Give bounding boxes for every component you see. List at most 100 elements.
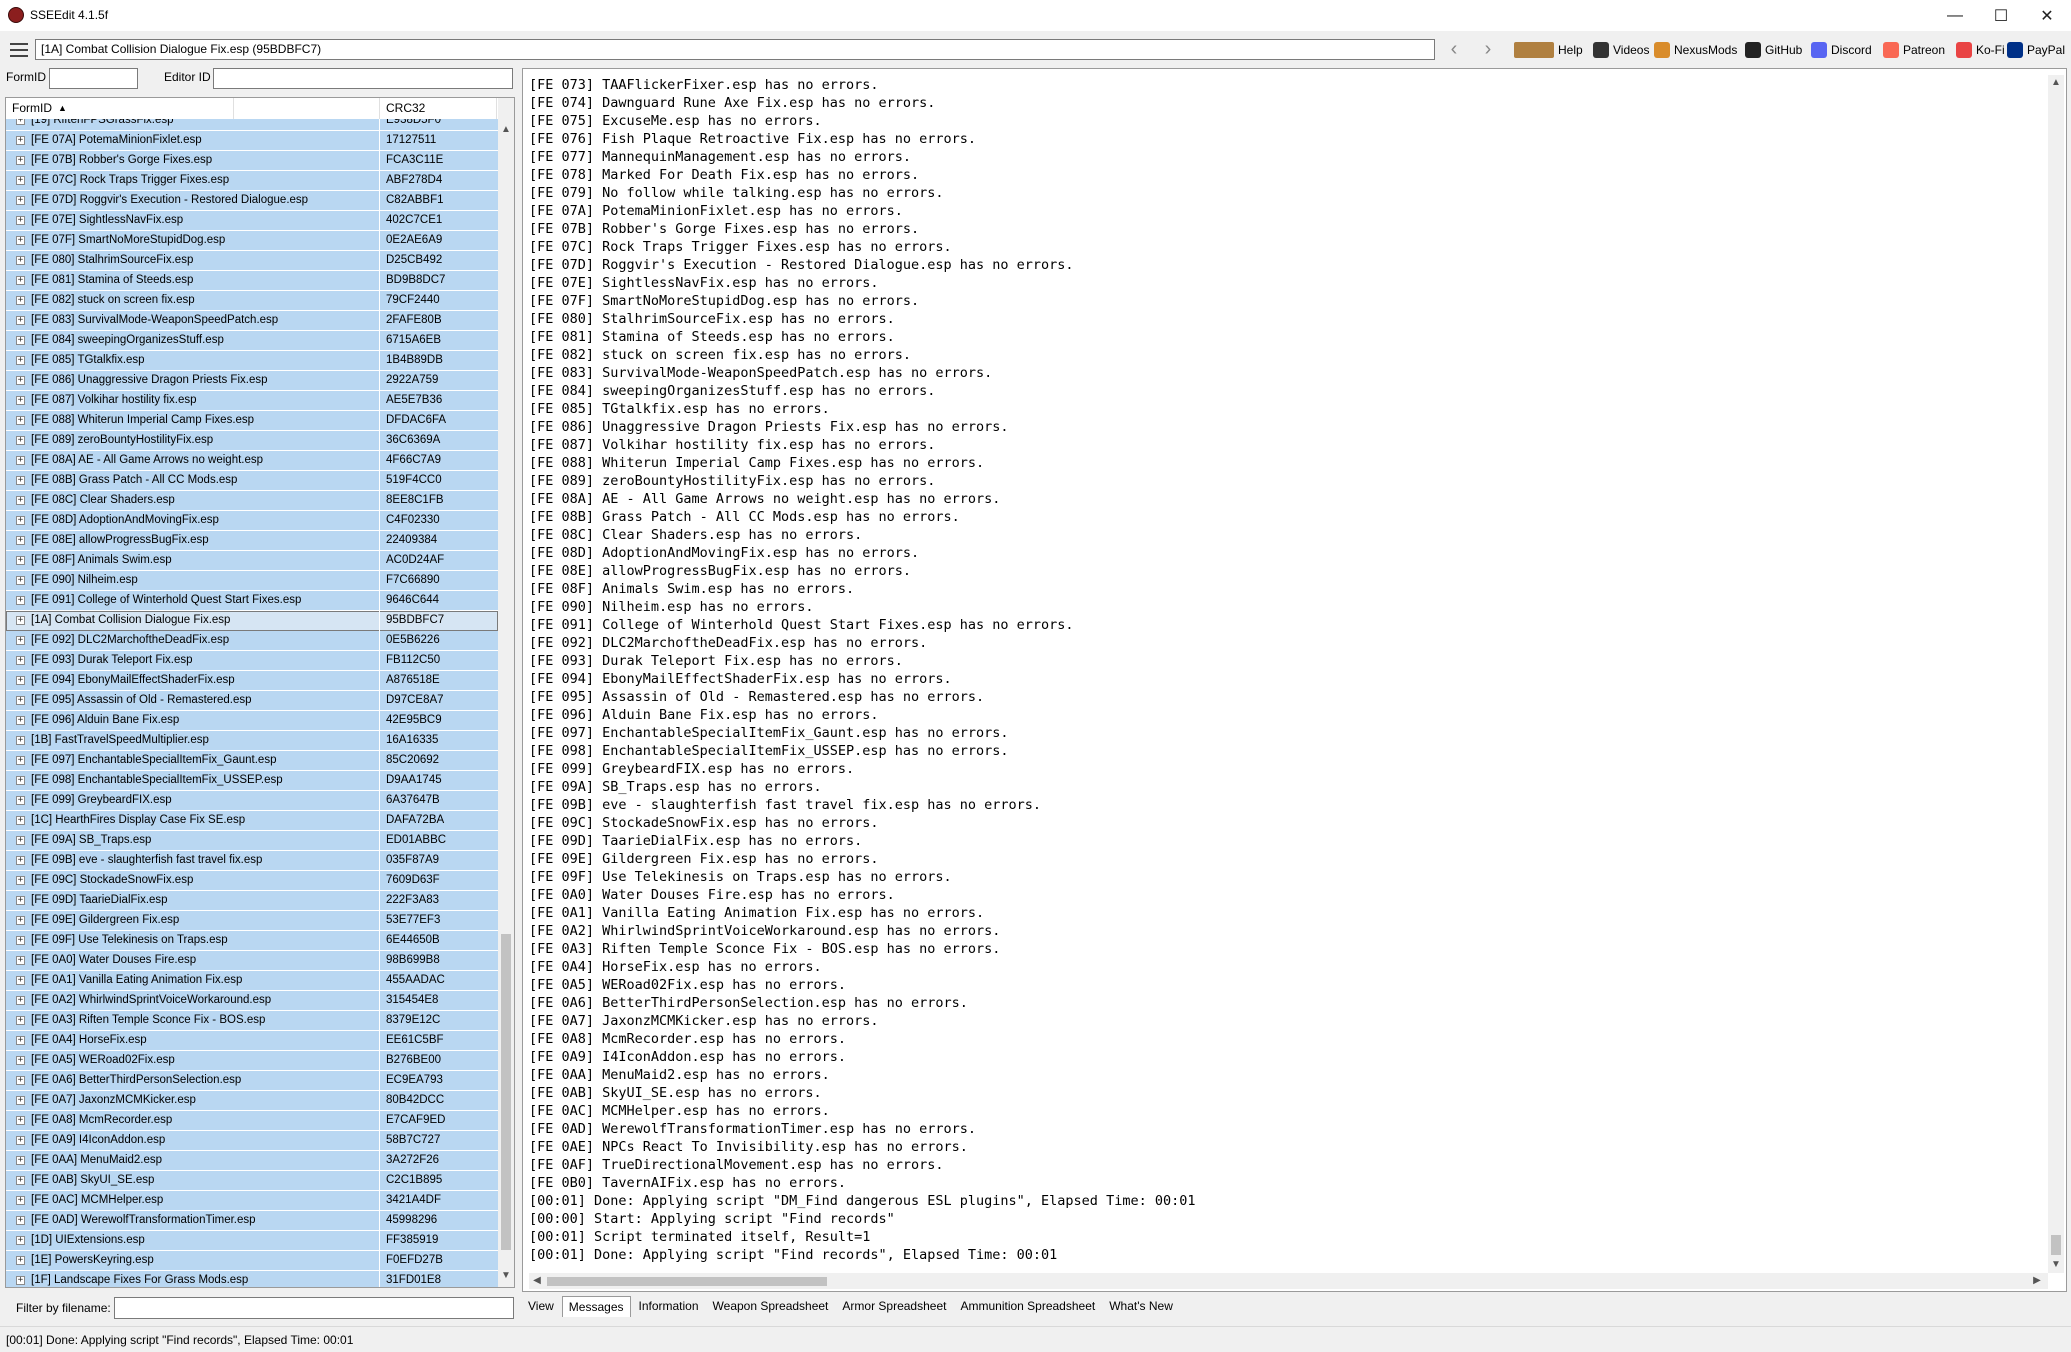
tree-row[interactable]: + [1A] Combat Collision Dialogue Fix.esp 9… — [6, 611, 498, 631]
expand-plus-icon[interactable]: + — [16, 176, 25, 185]
expand-plus-icon[interactable]: + — [16, 1256, 25, 1265]
tree-row[interactable]: + [FE 09D] TaarieDialFix.esp 222F3A83 — [6, 891, 498, 911]
tab-view[interactable]: View — [522, 1296, 560, 1316]
expand-plus-icon[interactable]: + — [16, 296, 25, 305]
scroll-down-icon[interactable]: ▼ — [498, 1268, 514, 1284]
scroll-thumb[interactable] — [501, 934, 511, 1250]
expand-plus-icon[interactable]: + — [16, 1076, 25, 1085]
expand-plus-icon[interactable]: + — [16, 556, 25, 565]
tree-row[interactable]: + [FE 088] Whiterun Imperial Camp Fixes.e… — [6, 411, 498, 431]
tree-row[interactable]: + [FE 07B] Robber's Gorge Fixes.esp FCA3C1… — [6, 151, 498, 171]
tree-row[interactable]: + [FE 091] College of Winterhold Quest St… — [6, 591, 498, 611]
expand-plus-icon[interactable]: + — [16, 376, 25, 385]
tree-row[interactable]: + [FE 092] DLC2MarchoftheDeadFix.esp 0E5B6… — [6, 631, 498, 651]
plugin-tree[interactable]: FormID ▲ CRC32 + [19] RiftenFPSGrassFix.e… — [5, 97, 515, 1288]
tree-row[interactable]: + [FE 080] StalhrimSourceFix.esp D25CB492 — [6, 251, 498, 271]
expand-plus-icon[interactable]: + — [16, 356, 25, 365]
expand-plus-icon[interactable]: + — [16, 436, 25, 445]
expand-plus-icon[interactable]: + — [16, 896, 25, 905]
tree-row[interactable]: + [FE 09F] Use Telekinesis on Traps.esp 6E… — [6, 931, 498, 951]
expand-plus-icon[interactable]: + — [16, 216, 25, 225]
expand-plus-icon[interactable]: + — [16, 316, 25, 325]
tab-information[interactable]: Information — [633, 1296, 705, 1316]
expand-plus-icon[interactable]: + — [16, 516, 25, 525]
expand-plus-icon[interactable]: + — [16, 1196, 25, 1205]
tree-row[interactable]: + [FE 098] EnchantableSpecialItemFix_USSE… — [6, 771, 498, 791]
expand-plus-icon[interactable]: + — [16, 796, 25, 805]
expand-plus-icon[interactable]: + — [16, 1216, 25, 1225]
tree-row[interactable]: + [1F] Landscape Fixes For Grass Mods.esp… — [6, 1271, 498, 1287]
column-divider[interactable] — [233, 98, 234, 119]
close-button[interactable]: ✕ — [2024, 0, 2070, 31]
tree-row[interactable]: + [1B] FastTravelSpeedMultiplier.esp 16A16… — [6, 731, 498, 751]
formid-column-header[interactable]: FormID — [12, 101, 52, 115]
tree-row[interactable]: + [FE 09A] SB_Traps.esp ED01ABBC — [6, 831, 498, 851]
expand-plus-icon[interactable]: + — [16, 736, 25, 745]
expand-plus-icon[interactable]: + — [16, 396, 25, 405]
expand-plus-icon[interactable]: + — [16, 636, 25, 645]
scroll-left-icon[interactable]: ◀ — [529, 1273, 545, 1289]
toolbar-link-patreon[interactable]: Patreon — [1883, 40, 1945, 60]
expand-plus-icon[interactable]: + — [16, 916, 25, 925]
tree-row[interactable]: + [FE 09E] Gildergreen Fix.esp 53E77EF3 — [6, 911, 498, 931]
tree-row[interactable]: + [FE 083] SurvivalMode-WeaponSpeedPatch.… — [6, 311, 498, 331]
toolbar-link-discord[interactable]: Discord — [1811, 40, 1872, 60]
tree-row[interactable]: + [FE 09B] eve - slaughterfish fast trave… — [6, 851, 498, 871]
expand-plus-icon[interactable]: + — [16, 936, 25, 945]
tree-row[interactable]: + [FE 095] Assassin of Old - Remastered.e… — [6, 691, 498, 711]
scroll-up-icon[interactable]: ▲ — [498, 122, 514, 138]
tree-row[interactable]: + [FE 0A4] HorseFix.esp EE61C5BF — [6, 1031, 498, 1051]
tree-row[interactable]: + [FE 0A8] McmRecorder.esp E7CAF9ED — [6, 1111, 498, 1131]
tree-row[interactable]: + [FE 0A0] Water Douses Fire.esp 98B699B8 — [6, 951, 498, 971]
tab-messages[interactable]: Messages — [561, 1296, 631, 1317]
tree-row[interactable]: + [FE 0A7] JaxonzMCMKicker.esp 80B42DCC — [6, 1091, 498, 1111]
expand-plus-icon[interactable]: + — [16, 956, 25, 965]
tree-row[interactable]: + [FE 07F] SmartNoMoreStupidDog.esp 0E2AE6… — [6, 231, 498, 251]
expand-plus-icon[interactable]: + — [16, 1036, 25, 1045]
messages-vertical-scrollbar[interactable]: ▲ ▼ — [2048, 75, 2064, 1273]
tab-what-s-new[interactable]: What's New — [1103, 1296, 1179, 1316]
tree-row[interactable]: + [1C] HearthFires Display Case Fix SE.es… — [6, 811, 498, 831]
tree-row[interactable]: + [FE 082] stuck on screen fix.esp 79CF244… — [6, 291, 498, 311]
tree-row[interactable]: + [FE 0A9] I4IconAddon.esp 58B7C727 — [6, 1131, 498, 1151]
expand-plus-icon[interactable]: + — [16, 836, 25, 845]
tree-row[interactable]: + [FE 07E] SightlessNavFix.esp 402C7CE1 — [6, 211, 498, 231]
expand-plus-icon[interactable]: + — [16, 776, 25, 785]
tree-row[interactable]: + [FE 097] EnchantableSpecialItemFix_Gaun… — [6, 751, 498, 771]
column-divider[interactable] — [496, 98, 497, 119]
tree-row[interactable]: + [FE 08C] Clear Shaders.esp 8EE8C1FB — [6, 491, 498, 511]
tab-weapon-spreadsheet[interactable]: Weapon Spreadsheet — [707, 1296, 835, 1316]
expand-plus-icon[interactable]: + — [16, 696, 25, 705]
formid-input[interactable] — [49, 68, 138, 89]
expand-plus-icon[interactable]: + — [16, 816, 25, 825]
tree-row[interactable]: + [FE 08E] allowProgressBugFix.esp 2240938… — [6, 531, 498, 551]
tree-row[interactable]: + [FE 089] zeroBountyHostilityFix.esp 36C6… — [6, 431, 498, 451]
tree-row[interactable]: + [FE 0A5] WERoad02Fix.esp B276BE00 — [6, 1051, 498, 1071]
tree-row[interactable]: + [FE 087] Volkihar hostility fix.esp AE5E… — [6, 391, 498, 411]
expand-plus-icon[interactable]: + — [16, 136, 25, 145]
expand-plus-icon[interactable]: + — [16, 456, 25, 465]
expand-plus-icon[interactable]: + — [16, 1236, 25, 1245]
tree-row[interactable]: + [FE 086] Unaggressive Dragon Priests Fi… — [6, 371, 498, 391]
tree-row[interactable]: + [FE 07A] PotemaMinionFixlet.esp 17127511 — [6, 131, 498, 151]
expand-plus-icon[interactable]: + — [16, 576, 25, 585]
expand-plus-icon[interactable]: + — [16, 1056, 25, 1065]
expand-plus-icon[interactable]: + — [16, 1276, 25, 1285]
tree-row[interactable]: + [FE 0AC] MCMHelper.esp 3421A4DF — [6, 1191, 498, 1211]
tree-row[interactable]: + [1D] UIExtensions.esp FF385919 — [6, 1231, 498, 1251]
expand-plus-icon[interactable]: + — [16, 616, 25, 625]
expand-plus-icon[interactable]: + — [16, 476, 25, 485]
tree-row[interactable]: + [FE 096] Alduin Bane Fix.esp 42E95BC9 — [6, 711, 498, 731]
forward-arrow-icon[interactable]: › — [1474, 38, 1502, 62]
tree-row[interactable]: + [FE 0AB] SkyUI_SE.esp C2C1B895 — [6, 1171, 498, 1191]
expand-plus-icon[interactable]: + — [16, 1116, 25, 1125]
tree-row[interactable]: + [FE 0A2] WhirlwindSprintVoiceWorkaround… — [6, 991, 498, 1011]
tree-row[interactable]: + [FE 0A1] Vanilla Eating Animation Fix.e… — [6, 971, 498, 991]
tree-row[interactable]: + [FE 0A6] BetterThirdPersonSelection.esp… — [6, 1071, 498, 1091]
tree-row[interactable]: + [FE 085] TGtalkfix.esp 1B4B89DB — [6, 351, 498, 371]
expand-plus-icon[interactable]: + — [16, 276, 25, 285]
tree-row[interactable]: + [FE 090] Nilheim.esp F7C66890 — [6, 571, 498, 591]
expand-plus-icon[interactable]: + — [16, 996, 25, 1005]
expand-plus-icon[interactable]: + — [16, 676, 25, 685]
expand-plus-icon[interactable]: + — [16, 1016, 25, 1025]
